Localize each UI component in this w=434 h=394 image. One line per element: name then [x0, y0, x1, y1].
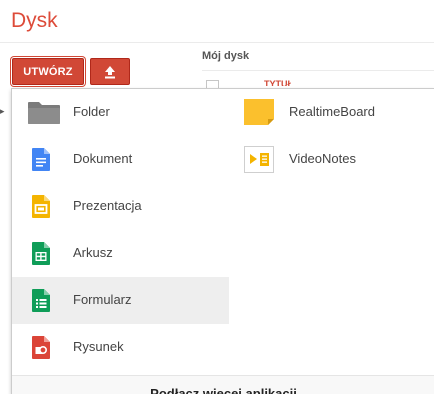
- select-all-checkbox[interactable]: [206, 80, 219, 88]
- document-icon: [32, 148, 50, 171]
- menu-item-realtimeboard[interactable]: RealtimeBoard: [229, 89, 434, 136]
- location-title[interactable]: Mój dysk: [202, 50, 249, 62]
- menu-item-drawing[interactable]: Rysunek: [12, 324, 229, 371]
- menu-item-document[interactable]: Dokument: [12, 136, 229, 183]
- spreadsheet-icon: [32, 242, 50, 265]
- create-menu-right-column: RealtimeBoard VideoNotes: [229, 89, 434, 183]
- menu-item-label: Folder: [73, 104, 110, 119]
- header-divider: [0, 42, 434, 43]
- drawing-icon: [32, 336, 50, 359]
- collapse-arrow-icon[interactable]: ▸: [0, 106, 5, 116]
- upload-icon: [105, 65, 115, 78]
- realtimeboard-icon: [244, 99, 274, 125]
- menu-item-videonotes[interactable]: VideoNotes: [229, 136, 434, 183]
- menu-item-form[interactable]: Formularz: [12, 277, 229, 324]
- form-icon: [32, 289, 50, 312]
- menu-item-spreadsheet[interactable]: Arkusz: [12, 230, 229, 277]
- column-header-title[interactable]: TYTUŁ: [264, 80, 293, 86]
- menu-item-folder[interactable]: Folder: [12, 89, 229, 136]
- list-header-divider: [202, 70, 434, 71]
- app-title[interactable]: Dysk: [11, 8, 58, 34]
- menu-item-label: Dokument: [73, 151, 133, 166]
- videonotes-icon: [244, 146, 274, 173]
- create-menu-left-column: Folder Dokument Prezentacja Arkusz Formu…: [12, 89, 229, 371]
- menu-item-label: RealtimeBoard: [289, 104, 375, 119]
- presentation-icon: [32, 195, 50, 218]
- folder-icon: [28, 102, 60, 124]
- create-button[interactable]: UTWÓRZ: [12, 58, 84, 85]
- connect-more-apps-link[interactable]: Podłącz więcej aplikacji: [12, 375, 434, 394]
- menu-item-label: VideoNotes: [289, 151, 356, 166]
- connect-more-apps-label: Podłącz więcej aplikacji: [150, 386, 297, 394]
- menu-item-label: Prezentacja: [73, 198, 142, 213]
- upload-button[interactable]: [90, 58, 130, 85]
- create-menu: Folder Dokument Prezentacja Arkusz Formu…: [11, 88, 434, 394]
- menu-item-label: Rysunek: [73, 339, 124, 354]
- menu-item-label: Formularz: [73, 292, 132, 307]
- menu-item-presentation[interactable]: Prezentacja: [12, 183, 229, 230]
- menu-item-label: Arkusz: [73, 245, 113, 260]
